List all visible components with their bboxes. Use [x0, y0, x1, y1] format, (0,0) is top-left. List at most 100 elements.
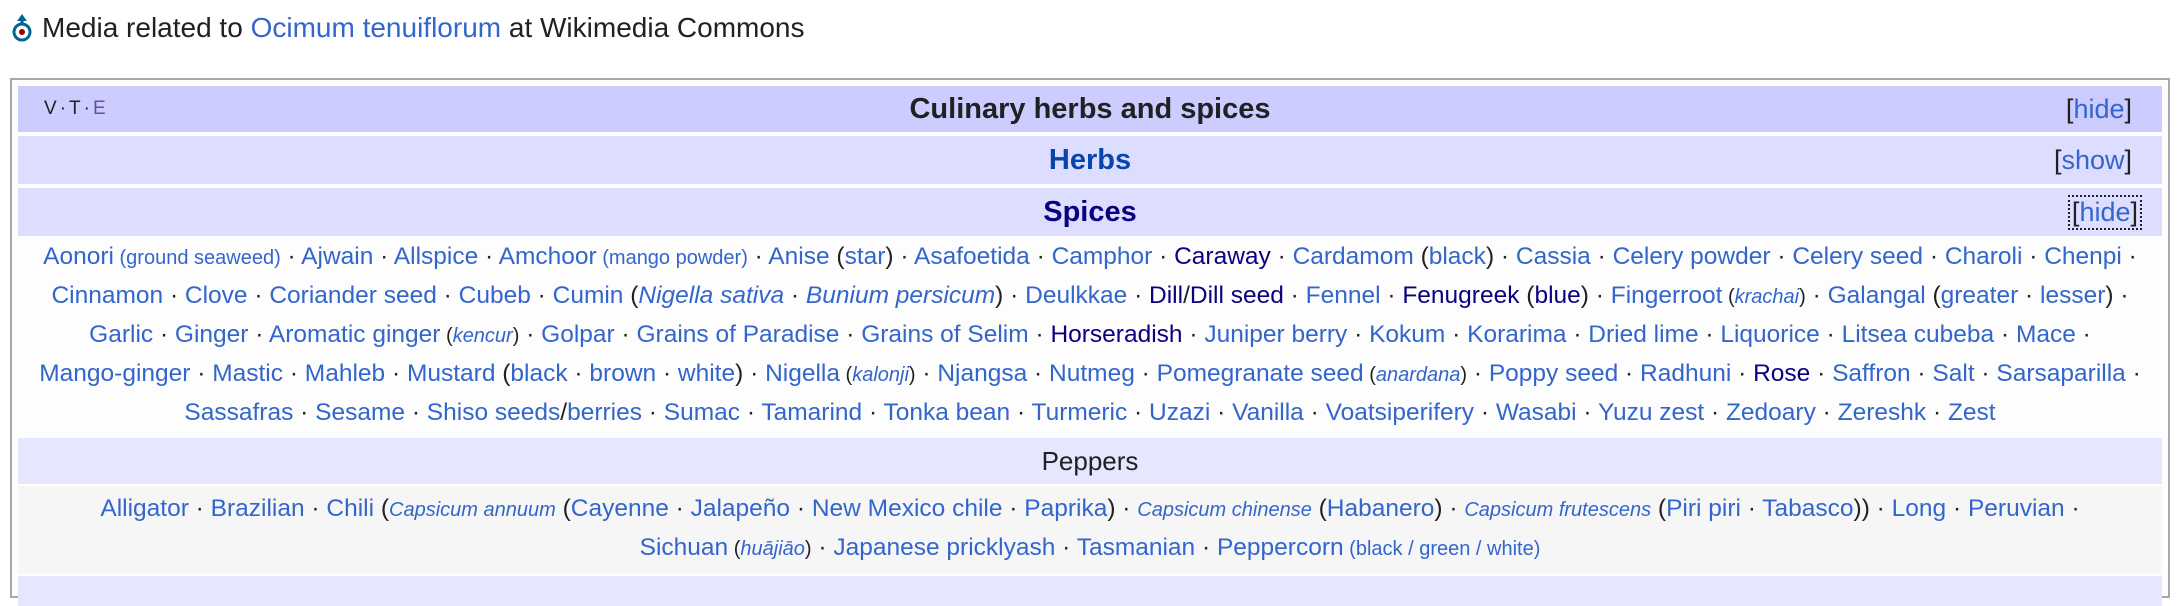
show-link[interactable]: show [2061, 145, 2124, 176]
list-item-link[interactable]: Tabasco [1762, 495, 1853, 522]
list-item-link[interactable]: Capsicum frutescens [1464, 499, 1651, 521]
list-item-link[interactable]: Piri piri [1666, 495, 1741, 522]
list-item-link[interactable]: Voatsiperifery [1326, 399, 1474, 426]
list-item-link[interactable]: Celery seed [1792, 243, 1923, 270]
commons-link[interactable]: Ocimum tenuiflorum [251, 12, 502, 44]
list-item-link[interactable]: Dried lime [1588, 321, 1698, 348]
list-item-link[interactable]: Cumin [553, 282, 624, 309]
spices-hide-toggle[interactable]: [hide] [2067, 188, 2142, 236]
list-item-link[interactable]: star [845, 243, 886, 270]
list-item-link[interactable]: Horseradish [1050, 321, 1182, 348]
list-item-link[interactable]: (black / green / white) [1344, 538, 1540, 560]
list-item-link[interactable]: Juniper berry [1204, 321, 1347, 348]
list-item-link[interactable]: New Mexico chile [812, 495, 1003, 522]
edit-link[interactable]: E [93, 98, 109, 120]
list-item-link[interactable]: Radhuni [1640, 360, 1731, 387]
list-item-link[interactable]: Liquorice [1720, 321, 1819, 348]
list-item-link[interactable]: krachai [1735, 286, 1799, 308]
list-item-link[interactable]: Tasmanian [1077, 534, 1195, 561]
list-item-link[interactable]: Zedoary [1726, 399, 1816, 426]
list-item-link[interactable]: Sumac [664, 399, 740, 426]
list-item-link[interactable]: Clove [185, 282, 248, 309]
list-item-link[interactable]: Pomegranate seed [1157, 360, 1364, 387]
list-item-link[interactable]: Grains of Selim [861, 321, 1028, 348]
list-item-link[interactable]: black [1429, 243, 1486, 270]
list-item-link[interactable]: Deulkkae [1025, 282, 1127, 309]
herbs-show-toggle[interactable]: [show] [2054, 136, 2132, 184]
list-item-link[interactable]: Nutmeg [1049, 360, 1135, 387]
list-item-link[interactable]: Capsicum annuum [389, 499, 556, 521]
list-item-link[interactable]: black [510, 360, 567, 387]
list-item-link[interactable]: Sarsaparilla [1996, 360, 2125, 387]
list-item-link[interactable]: Mastic [212, 360, 283, 387]
list-item-link[interactable]: Saffron [1832, 360, 1911, 387]
list-item-link[interactable]: blue [1534, 282, 1580, 309]
list-item-link[interactable]: Fenugreek [1402, 282, 1519, 309]
list-item-link[interactable]: Ajwain [301, 243, 373, 270]
list-item-link[interactable]: Mustard [407, 360, 496, 387]
list-item-link[interactable]: (ground seaweed) [114, 247, 281, 269]
list-item-link[interactable]: (mango powder) [597, 247, 748, 269]
list-item-link[interactable]: Cayenne [571, 495, 669, 522]
list-item-link[interactable]: Charoli [1945, 243, 2023, 270]
list-item-link[interactable]: Nigella sativa [638, 282, 784, 309]
list-item-link[interactable]: Caraway [1174, 243, 1271, 270]
list-item-link[interactable]: Fingerroot [1611, 282, 1723, 309]
list-item-link[interactable]: Long [1892, 495, 1947, 522]
list-item-link[interactable]: Zereshk [1838, 399, 1927, 426]
list-item-link[interactable]: Alligator [100, 495, 189, 522]
list-item-link[interactable]: Cubeb [459, 282, 531, 309]
list-item-link[interactable]: Brazilian [211, 495, 305, 522]
list-item-link[interactable]: Dill seed [1190, 282, 1284, 309]
list-item-link[interactable]: Celery powder [1613, 243, 1771, 270]
list-item-link[interactable]: Bunium persicum [806, 282, 995, 309]
list-item-link[interactable]: Tamarind [761, 399, 862, 426]
list-item-link[interactable]: Camphor [1052, 243, 1153, 270]
list-item-link[interactable]: kencur [453, 325, 513, 347]
view-link[interactable]: V [44, 98, 60, 120]
list-item-link[interactable]: Habanero [1327, 495, 1435, 522]
list-item-link[interactable]: Uzazi [1149, 399, 1210, 426]
hide-link[interactable]: hide [2073, 94, 2124, 125]
herbs-title[interactable]: Herbs [1049, 144, 1131, 177]
list-item-link[interactable]: Litsea cubeba [1842, 321, 1995, 348]
list-item-link[interactable]: Dill [1149, 282, 1183, 309]
list-item-link[interactable]: Fennel [1306, 282, 1381, 309]
list-item-link[interactable]: Zest [1948, 399, 1996, 426]
hide-link[interactable]: hide [2079, 197, 2130, 227]
list-item-link[interactable]: anardana [1376, 364, 1461, 386]
list-item-link[interactable]: Galangal [1828, 282, 1926, 309]
list-item-link[interactable]: Amchoor [499, 243, 597, 270]
list-item-link[interactable]: Turmeric [1032, 399, 1128, 426]
list-item-link[interactable]: Rose [1753, 360, 1810, 387]
list-item-link[interactable]: greater [1941, 282, 2019, 309]
list-item-link[interactable]: berries [567, 399, 642, 426]
list-item-link[interactable]: Coriander seed [269, 282, 437, 309]
list-item-link[interactable]: Cinnamon [51, 282, 163, 309]
list-item-link[interactable]: Njangsa [937, 360, 1027, 387]
list-item-link[interactable]: Sichuan [640, 534, 729, 561]
list-item-link[interactable]: Vanilla [1232, 399, 1304, 426]
talk-link[interactable]: T [69, 98, 84, 120]
list-item-link[interactable]: Salt [1932, 360, 1974, 387]
list-item-link[interactable]: Mahleb [305, 360, 385, 387]
list-item-link[interactable]: Yuzu zest [1598, 399, 1704, 426]
list-item-link[interactable]: lesser [2040, 282, 2105, 309]
list-item-link[interactable]: Jalapeño [691, 495, 790, 522]
list-item-link[interactable]: Mango-ginger [39, 360, 190, 387]
list-item-link[interactable]: Japanese pricklyash [833, 534, 1055, 561]
list-item-link[interactable]: Golpar [541, 321, 615, 348]
list-item-link[interactable]: Sesame [315, 399, 405, 426]
list-item-link[interactable]: Garlic [89, 321, 153, 348]
list-item-link[interactable]: Mace [2016, 321, 2076, 348]
list-item-link[interactable]: Peppercorn [1217, 534, 1344, 561]
list-item-link[interactable]: Chili [326, 495, 374, 522]
list-item-link[interactable]: huājiāo [740, 538, 805, 560]
list-item-link[interactable]: Wasabi [1496, 399, 1577, 426]
list-item-link[interactable]: Shiso seeds [427, 399, 560, 426]
list-item-link[interactable]: Chenpi [2044, 243, 2122, 270]
list-item-link[interactable]: Cassia [1516, 243, 1591, 270]
list-item-link[interactable]: white [678, 360, 735, 387]
list-item-link[interactable]: Capsicum chinense [1137, 499, 1312, 521]
list-item-link[interactable]: Aonori [43, 243, 114, 270]
